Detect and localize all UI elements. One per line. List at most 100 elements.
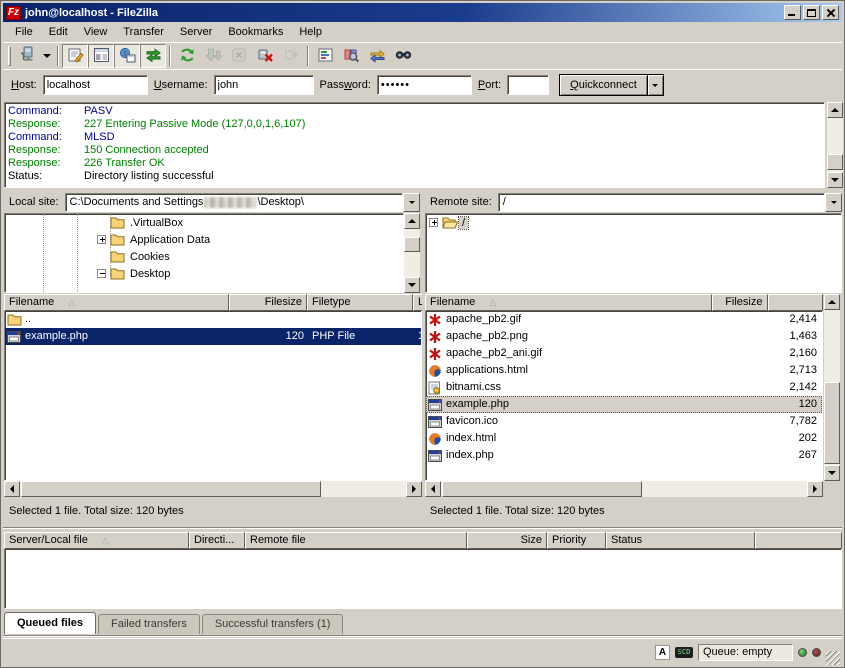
remote-tree-item[interactable]: / [426, 214, 841, 231]
quickconnect-dropdown[interactable] [648, 74, 664, 96]
toggle-local-tree-button[interactable] [88, 44, 114, 68]
log-line-message: 150 Connection accepted [84, 144, 209, 157]
process-queue-button[interactable] [200, 44, 226, 68]
column-header-server-local-file[interactable]: Server/Local file△ [4, 532, 189, 549]
remote-site-combo[interactable]: / [498, 193, 825, 212]
file-row[interactable]: favicon.ico7,782 [426, 413, 822, 430]
quickconnect-button[interactable]: Quickconnect [559, 74, 648, 96]
column-header-remote-file[interactable]: Remote file [245, 532, 467, 549]
column-header-filesize[interactable]: Filesize [229, 294, 307, 311]
host-input[interactable] [43, 75, 148, 95]
scroll-up-button[interactable] [827, 102, 843, 118]
scroll-down-button[interactable] [824, 465, 840, 481]
close-button[interactable] [822, 5, 839, 20]
local-tree-item[interactable]: Cookies [5, 248, 403, 265]
scroll-thumb[interactable] [824, 382, 840, 464]
filezilla-window: Fz john@localhost - FileZilla FileEditVi… [0, 0, 845, 668]
disconnect-button[interactable] [252, 44, 278, 68]
column-header-filename[interactable]: Filename△ [4, 294, 229, 311]
toolbar-grip[interactable] [8, 46, 11, 66]
remote-file-list[interactable]: apache_pb2.gif2,414apache_pb2.png1,463ap… [425, 311, 823, 481]
chevron-down-icon [409, 201, 415, 207]
file-row[interactable]: apache_pb2.gif2,414 [426, 311, 822, 328]
local-tree-item[interactable]: Desktop [5, 265, 403, 282]
tree-expander-plus[interactable] [97, 235, 106, 244]
reconnect-button[interactable] [278, 44, 304, 68]
log-line-type: Response: [8, 144, 84, 157]
queue-list[interactable] [4, 549, 842, 609]
file-row[interactable]: index.html202 [426, 430, 822, 447]
column-header-size[interactable]: Size [467, 532, 547, 549]
directory-comparison-button[interactable] [338, 44, 364, 68]
file-row[interactable]: index.php267 [426, 447, 822, 464]
file-row[interactable]: .. [5, 311, 421, 328]
column-header-filetype[interactable]: Filetype [307, 294, 413, 311]
menu-transfer[interactable]: Transfer [115, 24, 172, 40]
toggle-remote-tree-button[interactable] [114, 44, 140, 68]
scroll-thumb[interactable] [827, 154, 843, 170]
find-files-button[interactable] [390, 44, 416, 68]
tree-expander-minus[interactable] [97, 269, 106, 278]
message-log[interactable]: Command:PASVResponse:227 Entering Passiv… [4, 102, 825, 188]
menu-server[interactable]: Server [172, 24, 220, 40]
column-header-l[interactable]: L [413, 294, 422, 311]
local-tree[interactable]: .VirtualBoxApplication DataCookiesDeskto… [4, 213, 404, 293]
scroll-down-button[interactable] [404, 277, 420, 293]
file-row[interactable]: bitnami.css2,142 [426, 379, 822, 396]
column-header-filesize[interactable]: Filesize [712, 294, 768, 311]
scroll-up-button[interactable] [404, 213, 420, 229]
local-tree-item[interactable]: .VirtualBox [5, 214, 403, 231]
log-line-type: Command: [8, 105, 84, 118]
column-header-status[interactable]: Status [606, 532, 755, 549]
scroll-thumb[interactable] [442, 481, 642, 497]
port-input[interactable] [507, 75, 549, 95]
remote-tree[interactable]: / [425, 213, 842, 293]
menu-view[interactable]: View [76, 24, 116, 40]
filename-filters-button[interactable] [312, 44, 338, 68]
menu-bookmarks[interactable]: Bookmarks [220, 24, 291, 40]
scroll-up-button[interactable] [824, 294, 840, 310]
file-row[interactable]: applications.html2,713 [426, 362, 822, 379]
maximize-button[interactable] [803, 5, 820, 20]
resize-grip[interactable] [826, 651, 840, 665]
scroll-down-button[interactable] [827, 172, 843, 188]
scroll-left-button[interactable] [4, 481, 20, 497]
column-header-priority[interactable]: Priority [547, 532, 606, 549]
tree-expander-plus[interactable] [429, 218, 438, 227]
scroll-right-button[interactable] [406, 481, 422, 497]
local-site-combo[interactable]: C:\Documents and Settings\Desktop\ [65, 193, 403, 212]
column-header-directi-[interactable]: Directi... [189, 532, 245, 549]
scroll-thumb[interactable] [404, 237, 420, 252]
local-tree-item[interactable]: Application Data [5, 231, 403, 248]
site-manager-dropdown-button[interactable] [40, 44, 54, 68]
file-row[interactable]: example.php120PHP File1 [5, 328, 421, 345]
local-file-list[interactable]: ..example.php120PHP File1 [4, 311, 422, 481]
arrow-down-icon [828, 471, 836, 479]
column-header-filename[interactable]: Filename△ [425, 294, 712, 311]
menu-edit[interactable]: Edit [41, 24, 76, 40]
file-row[interactable]: apache_pb2.png1,463 [426, 328, 822, 345]
cancel-operation-button[interactable] [226, 44, 252, 68]
tab-queued-files[interactable]: Queued files [4, 612, 96, 634]
log-line: Response:227 Entering Passive Mode (127,… [8, 118, 824, 131]
file-row[interactable]: apache_pb2_ani.gif2,160 [426, 345, 822, 362]
site-manager-button[interactable] [14, 44, 40, 68]
file-row[interactable]: example.php120 [426, 396, 822, 413]
remote-site-dropdown[interactable] [825, 193, 842, 212]
tab-successful-transfers-1-[interactable]: Successful transfers (1) [202, 614, 344, 634]
scroll-thumb[interactable] [21, 481, 321, 497]
scroll-left-button[interactable] [425, 481, 441, 497]
synchronized-browsing-button[interactable] [364, 44, 390, 68]
menu-file[interactable]: File [7, 24, 41, 40]
local-site-dropdown[interactable] [403, 193, 420, 212]
minimize-button[interactable] [784, 5, 801, 20]
username-input[interactable] [214, 75, 314, 95]
scroll-right-button[interactable] [807, 481, 823, 497]
column-header-filler [755, 532, 842, 549]
toggle-message-log-button[interactable] [62, 44, 88, 68]
password-input[interactable] [377, 75, 472, 95]
tab-failed-transfers[interactable]: Failed transfers [98, 614, 200, 634]
toggle-transfer-queue-button[interactable] [140, 44, 166, 68]
refresh-button[interactable] [174, 44, 200, 68]
menu-help[interactable]: Help [291, 24, 330, 40]
